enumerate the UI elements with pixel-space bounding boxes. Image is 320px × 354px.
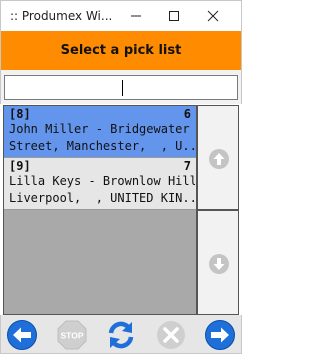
page-title: Select a pick list bbox=[60, 43, 182, 58]
pick-list-customer: Lilla Keys - Brownlow Hill, bbox=[9, 174, 195, 188]
pick-list-line-count: 6 bbox=[183, 107, 191, 121]
next-button[interactable] bbox=[204, 319, 236, 351]
arrow-left-icon bbox=[7, 320, 37, 350]
search-input[interactable] bbox=[4, 75, 238, 100]
search-row bbox=[0, 70, 242, 104]
cancel-button[interactable] bbox=[155, 319, 187, 351]
scroll-up-button[interactable] bbox=[197, 105, 239, 210]
header-bar: Select a pick list bbox=[0, 31, 242, 70]
back-button[interactable] bbox=[6, 319, 38, 351]
cancel-icon bbox=[157, 321, 185, 349]
stop-icon: STOP bbox=[57, 320, 87, 350]
pick-list-line-count: 7 bbox=[183, 159, 191, 173]
text-caret bbox=[122, 80, 123, 96]
window-title: :: Produmex Wi... bbox=[10, 9, 113, 23]
close-window-button[interactable] bbox=[195, 1, 231, 32]
window-title-bar: :: Produmex Wi... bbox=[0, 0, 242, 31]
pick-list-address: Liverpool, , UNITED KIN... bbox=[9, 191, 195, 205]
pick-list-item[interactable]: [9] 7 Lilla Keys - Brownlow Hill, Liverp… bbox=[4, 158, 196, 210]
arrow-down-icon bbox=[209, 254, 229, 274]
maximize-icon bbox=[169, 11, 179, 21]
maximize-button[interactable] bbox=[156, 1, 192, 32]
refresh-button[interactable] bbox=[105, 319, 137, 351]
stop-label: STOP bbox=[61, 331, 84, 341]
pick-list-list[interactable]: [8] 6 John Miller - Bridgewater Street, … bbox=[3, 105, 197, 315]
arrow-right-icon bbox=[205, 320, 235, 350]
arrow-up-icon bbox=[209, 149, 229, 169]
stop-button[interactable]: STOP bbox=[56, 319, 88, 351]
pick-list-description: John Miller - Bridgewater Street, Manche… bbox=[9, 121, 195, 155]
pick-list-description: Lilla Keys - Brownlow Hill, Liverpool, ,… bbox=[9, 173, 195, 207]
scroll-controls bbox=[197, 105, 239, 315]
pick-list-customer: John Miller - Bridgewater bbox=[9, 122, 190, 136]
close-icon bbox=[207, 10, 219, 22]
pick-list-address: Street, Manchester, , U... bbox=[9, 139, 195, 153]
bottom-toolbar: STOP bbox=[0, 315, 242, 354]
pick-list-item[interactable]: [8] 6 John Miller - Bridgewater Street, … bbox=[4, 106, 196, 158]
pick-list-id: [9] bbox=[9, 159, 31, 173]
minimize-icon bbox=[131, 15, 141, 17]
scroll-down-button[interactable] bbox=[197, 210, 239, 315]
minimize-button[interactable] bbox=[118, 1, 154, 32]
pick-list-id: [8] bbox=[9, 107, 31, 121]
refresh-icon bbox=[108, 321, 134, 349]
